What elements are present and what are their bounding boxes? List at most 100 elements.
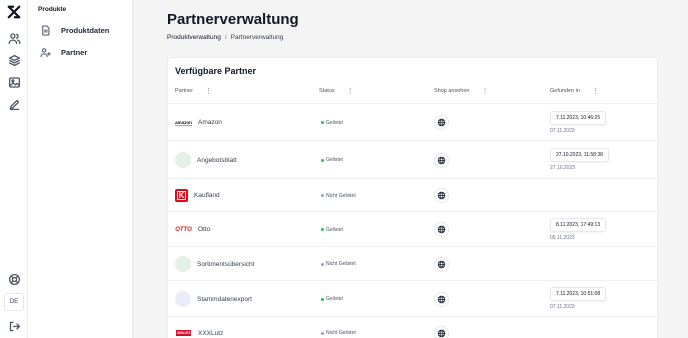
page-title: Partnerverwaltung xyxy=(167,11,299,28)
partner-cell: Sortimentsübersicht xyxy=(175,256,254,272)
subnav-item-partner[interactable]: Partner xyxy=(40,45,87,59)
subnav-item-label: Partner xyxy=(61,47,88,57)
view-shop-button[interactable] xyxy=(434,115,449,130)
sub-navigation: Produkte Produktdaten Partner xyxy=(28,0,133,338)
globe-icon xyxy=(437,225,446,234)
more-vertical-icon[interactable]: ⋮ xyxy=(205,88,212,95)
found-timestamp-chip[interactable]: 8.11.2023, 17:49:13 xyxy=(550,217,607,232)
found-timestamp-chip[interactable]: 27.10.2023, 11:58:38 xyxy=(550,148,609,162)
column-header-shop[interactable]: Shop ansehen ⋮ xyxy=(434,88,488,95)
subnav-item-produktdaten[interactable]: Produktdaten xyxy=(40,23,109,37)
table-row[interactable]: Stammdatenexport Gelistet 7.11.2023, 10:51… xyxy=(168,280,657,316)
users-icon[interactable] xyxy=(6,30,22,46)
partner-logo xyxy=(175,152,191,168)
partner-cell: Angebotsblatt xyxy=(175,152,237,168)
found-timestamp-chip[interactable]: 7.11.2023, 10:51:08 xyxy=(550,287,607,301)
partner-cell: amazon Amazon xyxy=(175,115,222,131)
breadcrumb-current: Partnerverwaltung xyxy=(230,34,284,41)
amazon-logo-text: amazon xyxy=(175,119,192,126)
shop-cell xyxy=(434,115,449,130)
status-dot-icon xyxy=(321,297,324,301)
pen-icon[interactable] xyxy=(6,96,22,112)
partners-card: Verfügbare Partner Partner ⋮ Status ⋮ Sh… xyxy=(167,57,658,338)
language-selector[interactable]: DE xyxy=(4,293,24,311)
found-date: 07.11.2023 xyxy=(550,304,575,310)
partner-logo: XXXLUTZ xyxy=(175,325,192,338)
status-dot-icon xyxy=(321,121,324,124)
otto-logo-text: OTTO xyxy=(175,226,192,233)
more-vertical-icon[interactable]: ⋮ xyxy=(481,88,488,95)
view-shop-button[interactable] xyxy=(434,222,449,237)
globe-icon xyxy=(437,156,446,164)
column-header-found[interactable]: Gefunden in ⋮ xyxy=(550,88,599,95)
column-label: Status xyxy=(319,88,335,94)
partner-logo: amazon xyxy=(175,115,192,131)
found-in-cell: 7.11.2023, 10:51:08 07.11.2023 xyxy=(550,287,607,310)
partner-logo xyxy=(175,256,191,272)
table-row[interactable]: K Kaufland Nicht Gelistet xyxy=(168,178,657,211)
partner-cell: K Kaufland xyxy=(175,188,220,204)
table-row[interactable]: amazon Amazon Gelistet 7.11.2023, 10:46:25 0… xyxy=(168,103,657,140)
partner-cell: XXXLUTZ XXXLutz xyxy=(175,325,223,338)
more-vertical-icon[interactable]: ⋮ xyxy=(592,88,599,95)
status-label: Gelistet xyxy=(326,226,343,233)
status-badge: Gelistet xyxy=(321,120,343,126)
globe-icon xyxy=(437,191,446,200)
status-label: Gelistet xyxy=(326,296,343,302)
image-icon[interactable] xyxy=(6,74,22,90)
found-in-cell: 7.11.2023, 10:46:25 07.11.2023 xyxy=(550,110,607,134)
view-shop-button[interactable] xyxy=(434,188,449,203)
globe-icon xyxy=(437,295,446,303)
found-in-cell: 27.10.2023, 11:58:38 27.10.2023 xyxy=(550,148,609,171)
logo-icon[interactable] xyxy=(6,4,22,20)
shop-cell xyxy=(434,325,449,338)
breadcrumb-link-produktverwaltung[interactable]: Produktverwaltung xyxy=(167,34,221,41)
table-row[interactable]: Angebotsblatt Gelistet 27.10.2023, 11:58:3… xyxy=(168,140,657,178)
found-timestamp-chip[interactable]: 7.11.2023, 10:46:25 xyxy=(550,110,607,125)
column-header-partner[interactable]: Partner ⋮ xyxy=(175,88,212,95)
found-date: 07.11.2023 xyxy=(550,127,575,134)
table-row[interactable]: XXXLUTZ XXXLutz Nicht Gelistet xyxy=(168,316,657,338)
table-header: Partner ⋮ Status ⋮ Shop ansehen ⋮ Gefund… xyxy=(168,85,657,99)
view-shop-button[interactable] xyxy=(434,325,449,338)
partner-name: Sortimentsübersicht xyxy=(197,260,255,268)
table-row[interactable]: OTTO Otto Gelistet 8.11.2023, 17:49:13 09.11… xyxy=(168,211,657,246)
column-label: Shop ansehen xyxy=(434,88,470,94)
status-badge: Gelistet xyxy=(321,296,343,302)
breadcrumb: Produktverwaltung / Partnerverwaltung xyxy=(167,34,283,41)
status-label: Nicht Gelistet xyxy=(326,261,356,267)
status-badge: Nicht Gelistet xyxy=(321,330,356,336)
users-plus-icon xyxy=(40,47,51,57)
layers-icon[interactable] xyxy=(6,52,22,68)
view-shop-button[interactable] xyxy=(434,256,449,272)
status-badge: Nicht Gelistet xyxy=(321,193,356,199)
column-header-status[interactable]: Status ⋮ xyxy=(319,88,354,95)
partner-name: XXXLutz xyxy=(198,329,224,337)
status-dot-icon xyxy=(321,228,324,231)
card-title: Verfügbare Partner xyxy=(175,66,257,76)
partner-name: Otto xyxy=(198,226,211,233)
shop-cell xyxy=(434,291,449,307)
partner-cell: Stammdatenexport xyxy=(175,291,252,307)
support-icon[interactable] xyxy=(6,271,22,287)
icon-rail: DE xyxy=(0,0,28,338)
found-in-cell: 8.11.2023, 17:49:13 09.11.2023 xyxy=(550,217,607,241)
shop-cell xyxy=(434,188,449,203)
partner-logo: OTTO xyxy=(175,222,192,238)
document-icon xyxy=(42,25,50,35)
partner-name: Amazon xyxy=(198,119,222,126)
view-shop-button[interactable] xyxy=(434,291,449,307)
globe-icon xyxy=(437,260,446,268)
globe-icon xyxy=(437,118,446,127)
logout-icon[interactable] xyxy=(6,318,22,334)
status-label: Nicht Gelistet xyxy=(326,192,356,199)
kaufland-logo-text: K xyxy=(177,190,186,200)
view-shop-button[interactable] xyxy=(434,152,449,168)
table-row[interactable]: Sortimentsübersicht Nicht Gelistet xyxy=(168,246,657,280)
found-date: 27.10.2023 xyxy=(550,165,576,171)
subnav-item-label: Produktdaten xyxy=(61,25,110,35)
more-vertical-icon[interactable]: ⋮ xyxy=(347,88,354,95)
shop-cell xyxy=(434,152,449,168)
found-date: 09.11.2023 xyxy=(550,234,575,241)
shop-cell xyxy=(434,256,449,272)
